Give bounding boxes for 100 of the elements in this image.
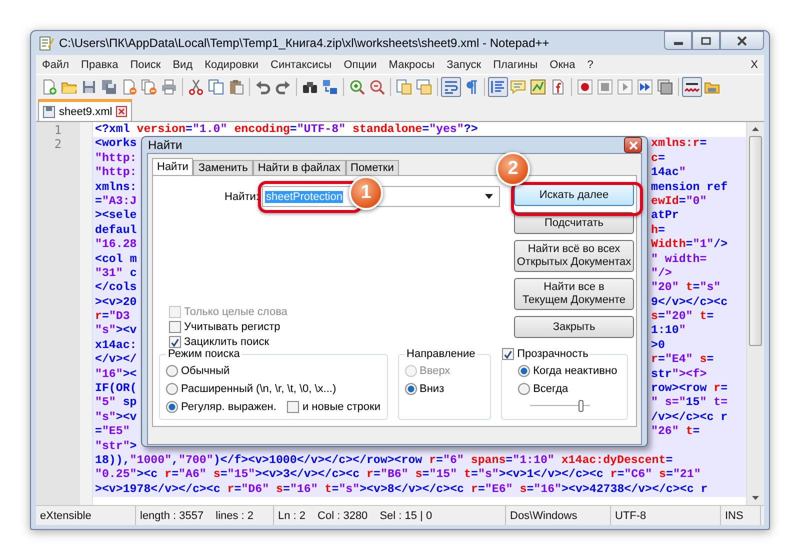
scroll-thumb[interactable] bbox=[749, 136, 762, 346]
code-line: "http: bbox=[95, 166, 137, 180]
menu-item[interactable]: Окна bbox=[544, 58, 582, 70]
spellcheck-button[interactable] bbox=[682, 77, 702, 97]
dialog-title: Найти bbox=[148, 138, 182, 152]
dialog-button[interactable]: Искать далее bbox=[514, 184, 634, 206]
radio-button[interactable] bbox=[166, 365, 178, 377]
new-document-icon bbox=[41, 79, 57, 95]
dialog-tab[interactable]: Пометки bbox=[346, 160, 399, 175]
checkbox[interactable] bbox=[287, 401, 300, 413]
code-line: /v></c><c r bbox=[651, 410, 728, 426]
status-text: eXtensible bbox=[40, 510, 92, 522]
close-icon bbox=[628, 140, 638, 150]
radio-label: Вниз bbox=[420, 383, 444, 395]
checkbox[interactable] bbox=[169, 336, 181, 348]
indent-guide-icon bbox=[490, 79, 506, 95]
menu-item[interactable]: Кодировки bbox=[198, 58, 264, 70]
scissors-button[interactable] bbox=[186, 77, 206, 97]
copy-button[interactable] bbox=[206, 77, 226, 97]
scrollbar[interactable] bbox=[746, 122, 764, 505]
checkbox[interactable] bbox=[502, 348, 514, 360]
menu-item[interactable]: ? bbox=[581, 58, 600, 70]
menu-item[interactable]: Опции bbox=[338, 58, 383, 70]
code-line: "26" t= bbox=[651, 425, 700, 440]
status-text: Ln : 2 bbox=[278, 510, 306, 522]
indent-guide-button[interactable] bbox=[488, 77, 508, 97]
redo-arrow-icon bbox=[275, 79, 291, 95]
play-button[interactable] bbox=[615, 77, 635, 97]
checkbox[interactable] bbox=[169, 321, 181, 333]
record-button[interactable] bbox=[575, 77, 595, 97]
minimize-icon bbox=[674, 42, 682, 45]
close-documents-button[interactable] bbox=[139, 77, 159, 97]
close-button[interactable] bbox=[720, 31, 764, 50]
dialog-button[interactable]: Найти всё во всех Открытых Документах bbox=[514, 240, 634, 272]
menu-item[interactable]: Файл bbox=[36, 58, 76, 70]
stop-button[interactable] bbox=[595, 77, 615, 97]
dialog-button[interactable]: Закрыть bbox=[514, 316, 634, 338]
fast-forward-icon bbox=[637, 79, 653, 95]
code-line: "http: bbox=[95, 152, 137, 165]
slider-thumb[interactable] bbox=[578, 400, 584, 412]
checkbox-label: Только целые слова bbox=[184, 306, 288, 318]
dialog-tab[interactable]: Заменить bbox=[193, 160, 253, 175]
close-icon bbox=[737, 36, 747, 46]
code-line: "16">< bbox=[95, 368, 137, 381]
radio-button[interactable] bbox=[518, 365, 530, 377]
menu-item[interactable]: Синтаксисы bbox=[264, 58, 338, 70]
radio-button[interactable] bbox=[166, 401, 178, 413]
copy-icon bbox=[208, 79, 224, 95]
menu-item[interactable]: Запуск bbox=[440, 58, 488, 70]
split-windows-icon bbox=[416, 79, 432, 95]
code-line: ="E5" bbox=[95, 425, 130, 438]
code-line: "/> bbox=[651, 266, 672, 282]
floppy-disks-button[interactable] bbox=[99, 77, 119, 97]
fast-forward-button[interactable] bbox=[635, 77, 655, 97]
code-line: 9</v></c><c bbox=[651, 296, 728, 310]
code-line: c= bbox=[651, 152, 665, 166]
stop-icon bbox=[597, 79, 613, 95]
menu-item[interactable]: Вид bbox=[166, 58, 199, 70]
code-line: </cols bbox=[95, 281, 137, 294]
close-button[interactable] bbox=[624, 137, 642, 153]
code-line: x14ac: bbox=[95, 338, 137, 352]
split-windows-button[interactable] bbox=[394, 77, 414, 97]
menu-item[interactable]: Плагины bbox=[487, 58, 544, 70]
zoom-in-icon bbox=[349, 79, 365, 95]
radio-label: Всегда bbox=[533, 383, 568, 395]
minimize-button[interactable] bbox=[664, 31, 692, 50]
code-line: "0.25"><c r="A6" s="15"><v>3</v></c><c r="B6" s="15" t="s"><v>1</v></c><c r="C6" s="21" bbox=[95, 468, 701, 483]
code-line: <?xml version="1.0" encoding="UTF-8" standalone="yes"?> bbox=[95, 123, 478, 138]
menu-item[interactable]: Макросы bbox=[382, 58, 441, 70]
code-line: " width= bbox=[651, 252, 707, 267]
code-line: 1:10" bbox=[651, 324, 686, 339]
radio-button[interactable] bbox=[404, 383, 417, 395]
dialog-tab[interactable]: Найти bbox=[152, 158, 194, 175]
radio-button[interactable] bbox=[166, 383, 178, 395]
checkbox-label: и новые строки bbox=[302, 401, 381, 413]
code-line: "5" sp bbox=[95, 396, 137, 410]
status-text: lines : 2 bbox=[216, 510, 254, 522]
callout-badge: 1 bbox=[349, 176, 383, 210]
zoom-out-icon bbox=[369, 79, 385, 95]
find-value: sheetProtection bbox=[265, 190, 344, 202]
menu-item[interactable]: Поиск bbox=[124, 58, 167, 70]
printer-button[interactable] bbox=[159, 77, 179, 97]
code-line: " s="15" t= bbox=[651, 396, 728, 411]
code-line: ewId="0" bbox=[651, 194, 707, 210]
file-tab[interactable]: sheet9.xml bbox=[38, 99, 132, 121]
record-icon bbox=[577, 79, 593, 95]
radio-button[interactable] bbox=[518, 383, 530, 395]
window-title: C:\Users\ПК\AppData\Local\Temp\Temp1_Книга4.zip\xl\worksheets\sheet9.xml - Notepad++ bbox=[59, 36, 550, 50]
word-wrap-button[interactable] bbox=[441, 77, 461, 97]
split-windows-button[interactable] bbox=[414, 77, 434, 97]
dialog-tab[interactable]: Найти в файлах bbox=[252, 160, 346, 175]
code-line: ><sele bbox=[95, 209, 137, 222]
code-line: atPr bbox=[651, 209, 679, 224]
restore-button[interactable] bbox=[692, 31, 720, 50]
dialog-button[interactable]: Найти все в Текущем Документе bbox=[514, 278, 634, 310]
menu-item[interactable]: Правка bbox=[75, 58, 124, 70]
status-text: Col : 3280 bbox=[318, 510, 368, 522]
close-icon[interactable] bbox=[116, 106, 128, 117]
status-text: INS bbox=[725, 510, 744, 522]
close-document-button[interactable]: X bbox=[744, 58, 764, 70]
